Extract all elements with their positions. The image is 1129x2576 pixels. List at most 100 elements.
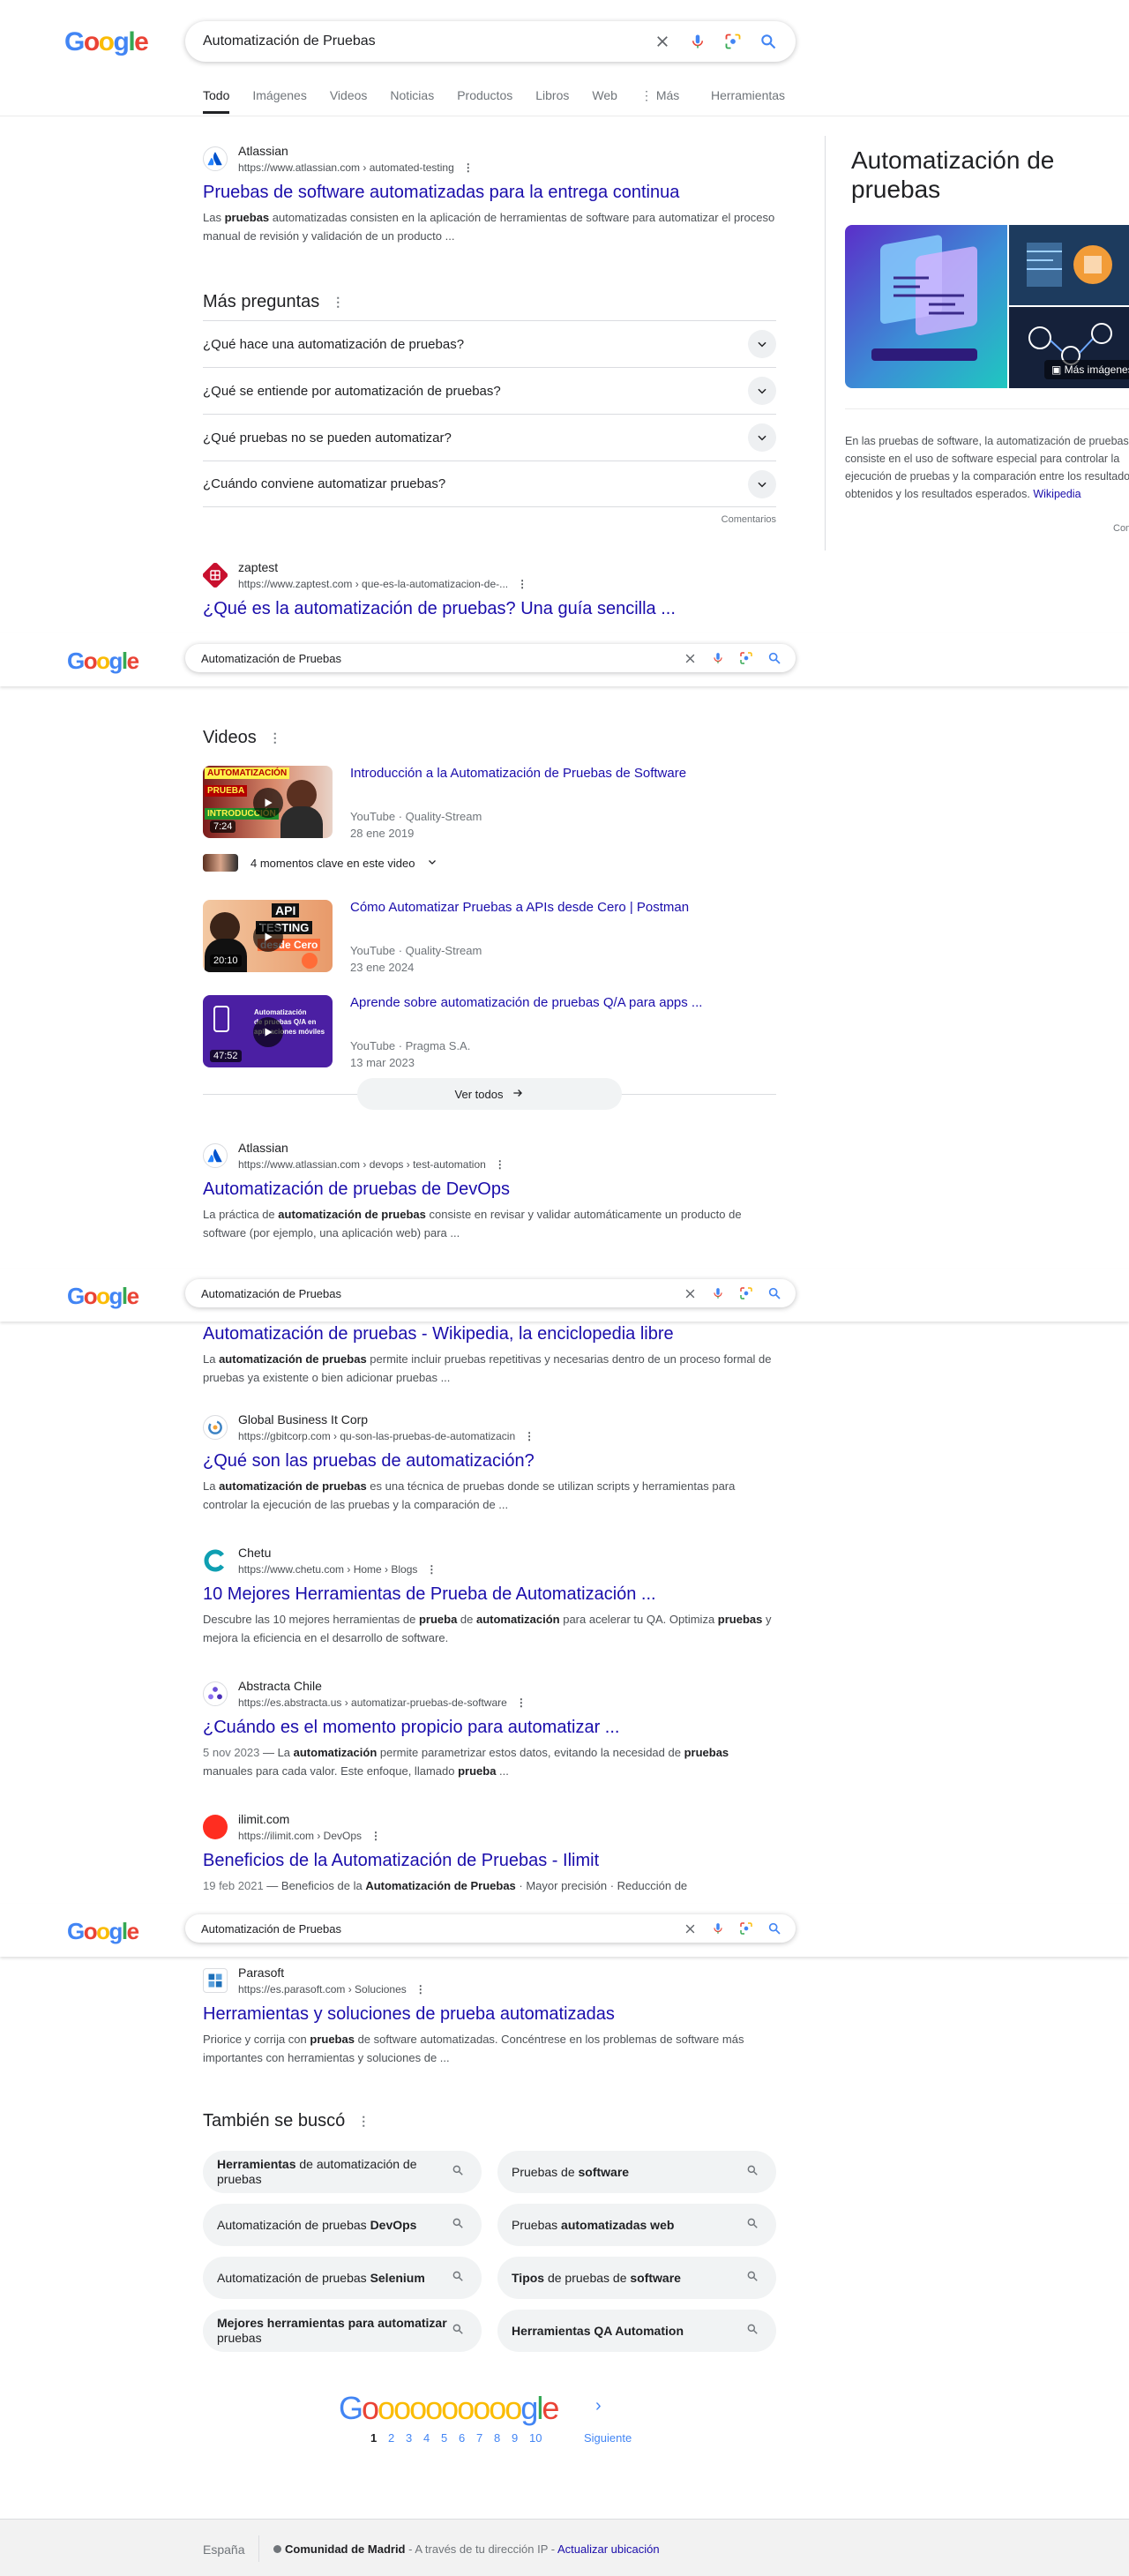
related-search-chip[interactable]: Herramientas de automatización de prueba… <box>203 2151 482 2193</box>
result-url[interactable]: https://www.atlassian.com › devops › tes… <box>238 1157 505 1172</box>
more-options-icon[interactable]: ⋮ <box>516 1695 527 1711</box>
microphone-icon[interactable] <box>707 1283 729 1304</box>
chevron-right-icon[interactable]: › <box>595 2396 602 2416</box>
page-link[interactable]: 5 <box>441 2431 459 2445</box>
more-options-icon[interactable]: ⋮ <box>332 295 344 310</box>
microphone-icon[interactable] <box>684 28 711 55</box>
next-page-link[interactable]: Siguiente <box>584 2431 632 2445</box>
search-bar[interactable]: Automatización de Pruebas <box>185 21 796 62</box>
search-bar[interactable]: Automatización de Pruebas <box>185 1914 796 1943</box>
video-thumbnail[interactable]: AUTOMATIZACIÓN PRUEBA INTRODUCCIÓN 7:24 <box>203 766 333 838</box>
related-search-chip[interactable]: Herramientas QA Automation <box>497 2310 776 2352</box>
related-search-chip[interactable]: Automatización de pruebas Selenium <box>203 2257 482 2299</box>
google-logo[interactable]: Google <box>67 649 139 672</box>
page-link[interactable]: 3 <box>406 2431 423 2445</box>
page-link[interactable]: 6 <box>459 2431 476 2445</box>
result-title[interactable]: ¿Qué son las pruebas de automatización? <box>203 1449 776 1473</box>
video-title[interactable]: Introducción a la Automatización de Prue… <box>350 766 686 781</box>
page-link[interactable]: 8 <box>494 2431 512 2445</box>
search-input[interactable]: Automatización de Pruebas <box>203 34 640 49</box>
more-options-icon[interactable]: ⋮ <box>524 1428 535 1444</box>
more-images-button[interactable]: ▣ Más imágenes <box>1044 360 1129 379</box>
result-title[interactable]: Automatización de pruebas de DevOps <box>203 1177 776 1202</box>
result-url[interactable]: https://ilimit.com › DevOps ⋮ <box>238 1828 381 1844</box>
tab-images[interactable]: Imágenes <box>252 88 306 114</box>
related-search-chip[interactable]: Pruebas automatizadas web <box>497 2204 776 2246</box>
search-icon[interactable] <box>755 28 781 55</box>
related-search-chip[interactable]: Pruebas de software <box>497 2151 776 2193</box>
microphone-icon[interactable] <box>707 648 729 669</box>
video-thumbnail[interactable]: Automatización de pruebas Q/A en aplicacio… <box>203 995 333 1067</box>
search-icon[interactable] <box>764 648 785 669</box>
google-logo[interactable]: Google <box>67 1920 139 1943</box>
result-title[interactable]: 10 Mejores Herramientas de Prueba de Aut… <box>203 1582 776 1606</box>
tab-web[interactable]: Web <box>592 88 617 114</box>
lens-icon[interactable] <box>736 1283 757 1304</box>
microphone-icon[interactable] <box>707 1918 729 1939</box>
key-moments-toggle[interactable]: 4 momentos clave en este video <box>203 854 437 872</box>
clear-icon[interactable] <box>679 648 700 669</box>
more-options-icon[interactable]: ⋮ <box>269 730 281 745</box>
panel-image[interactable] <box>1009 225 1129 305</box>
more-options-icon[interactable]: ⋮ <box>463 160 474 176</box>
result-title[interactable]: ¿Cuándo es el momento propicio para auto… <box>203 1715 776 1740</box>
result-title[interactable]: ¿Qué es la automatización de pruebas? Un… <box>203 596 776 621</box>
result-title[interactable]: Beneficios de la Automatización de Prueb… <box>203 1848 776 1873</box>
more-options-icon[interactable]: ⋮ <box>415 1981 426 1997</box>
more-options-icon[interactable]: ⋮ <box>495 1157 505 1172</box>
tools-button[interactable]: Herramientas <box>711 88 785 102</box>
feedback-link[interactable]: Comentarios <box>1113 523 1129 534</box>
result-url[interactable]: https://es.parasoft.com › Soluciones ⋮ <box>238 1981 426 1997</box>
search-input[interactable]: Automatización de Pruebas <box>201 1922 672 1936</box>
result-title[interactable]: Pruebas de software automatizadas para l… <box>203 180 776 205</box>
paa-question[interactable]: ¿Qué hace una automatización de pruebas? <box>203 320 776 367</box>
update-location-link[interactable]: Actualizar ubicación <box>557 2542 660 2556</box>
search-input[interactable]: Automatización de Pruebas <box>201 652 672 665</box>
wikipedia-link[interactable]: Wikipedia <box>1033 488 1080 500</box>
more-options-icon[interactable]: ⋮ <box>370 1828 381 1844</box>
related-search-chip[interactable]: Automatización de pruebas DevOps <box>203 2204 482 2246</box>
video-title[interactable]: Aprende sobre automatización de pruebas … <box>350 995 702 1010</box>
more-options-icon[interactable]: ⋮ <box>426 1561 437 1577</box>
result-title[interactable]: Automatización de pruebas - Wikipedia, l… <box>203 1322 776 1346</box>
more-options-icon[interactable]: ⋮ <box>517 576 527 592</box>
page-link[interactable]: 10 <box>529 2431 584 2445</box>
search-icon[interactable] <box>764 1283 785 1304</box>
page-link[interactable]: 9 <box>512 2431 529 2445</box>
clear-icon[interactable] <box>679 1918 700 1939</box>
clear-icon[interactable] <box>679 1283 700 1304</box>
result-url[interactable]: https://www.chetu.com › Home › Blogs ⋮ <box>238 1561 437 1577</box>
lens-icon[interactable] <box>720 28 746 55</box>
video-title[interactable]: Cómo Automatizar Pruebas a APIs desde Ce… <box>350 900 689 915</box>
result-url[interactable]: https://www.zaptest.com › que-es-la-auto… <box>238 576 527 592</box>
tab-books[interactable]: Libros <box>535 88 569 114</box>
search-bar[interactable]: Automatización de Pruebas <box>185 1279 796 1307</box>
tab-all[interactable]: Todo <box>203 88 230 114</box>
search-icon[interactable] <box>764 1918 785 1939</box>
result-url[interactable]: https://gbitcorp.com › qu-son-las-prueba… <box>238 1428 535 1444</box>
page-link[interactable]: 4 <box>423 2431 441 2445</box>
tab-more[interactable]: ⋮ Más <box>640 88 679 114</box>
related-search-chip[interactable]: Mejores herramientas para automatizar pr… <box>203 2310 482 2352</box>
google-logo[interactable]: Google <box>67 1284 139 1307</box>
tab-videos[interactable]: Videos <box>330 88 368 114</box>
tab-products[interactable]: Productos <box>457 88 512 114</box>
result-url[interactable]: https://es.abstracta.us › automatizar-pr… <box>238 1695 527 1711</box>
panel-image[interactable]: ▣ Más imágenes <box>1009 307 1129 388</box>
feedback-link[interactable]: Comentarios <box>203 514 776 525</box>
view-all-videos-button[interactable]: Ver todos <box>357 1078 622 1110</box>
related-search-chip[interactable]: Tipos de pruebas de software <box>497 2257 776 2299</box>
page-link[interactable]: 7 <box>476 2431 494 2445</box>
lens-icon[interactable] <box>736 648 757 669</box>
video-thumbnail[interactable]: API TESTING desde Cero 20:10 <box>203 900 333 972</box>
page-link[interactable]: 2 <box>388 2431 406 2445</box>
result-url[interactable]: https://www.atlassian.com › automated-te… <box>238 160 474 176</box>
paa-question[interactable]: ¿Qué se entiende por automatización de p… <box>203 367 776 414</box>
lens-icon[interactable] <box>736 1918 757 1939</box>
google-logo[interactable]: Google <box>64 29 149 56</box>
search-bar[interactable]: Automatización de Pruebas <box>185 644 796 672</box>
paa-question[interactable]: ¿Cuándo conviene automatizar pruebas? <box>203 461 776 507</box>
paa-question[interactable]: ¿Qué pruebas no se pueden automatizar? <box>203 414 776 461</box>
panel-image[interactable] <box>845 225 1007 388</box>
search-input[interactable]: Automatización de Pruebas <box>201 1287 672 1300</box>
